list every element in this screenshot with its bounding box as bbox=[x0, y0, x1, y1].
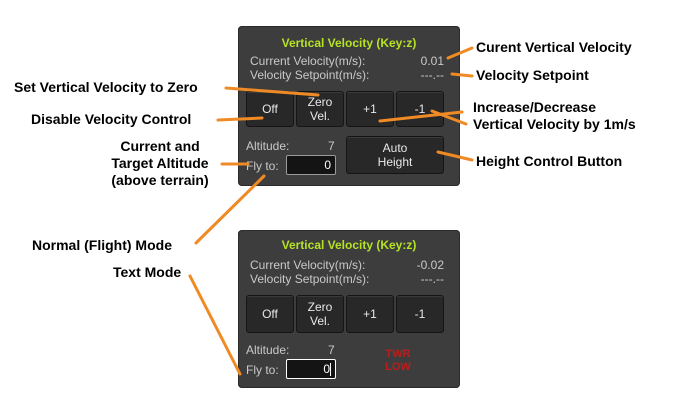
callout-text-mode: Text Mode bbox=[113, 264, 182, 280]
callout-line-disable-control bbox=[216, 116, 264, 122]
callout-line-velocity-setpoint bbox=[450, 72, 474, 78]
callout-increase-decrease-line2: Vertical Velocity by 1m/s bbox=[473, 116, 636, 132]
callout-line-height-control bbox=[436, 150, 474, 162]
callout-increase-decrease-line1: Increase/Decrease bbox=[473, 99, 596, 115]
callout-line-set-zero bbox=[224, 86, 320, 97]
callout-altitude-line1: Current and bbox=[120, 138, 200, 154]
callout-lines bbox=[188, 46, 474, 376]
callout-line-current-velocity bbox=[446, 46, 474, 60]
callout-line-text-mode bbox=[188, 274, 242, 376]
callout-altitude: Current and Target Altitude (above terra… bbox=[100, 138, 220, 189]
callout-increase-decrease: Increase/Decrease Vertical Velocity by 1… bbox=[473, 99, 636, 133]
callout-height-control: Height Control Button bbox=[476, 153, 623, 169]
callout-normal-mode: Normal (Flight) Mode bbox=[32, 237, 172, 253]
callout-disable-control: Disable Velocity Control bbox=[31, 111, 192, 127]
callout-set-zero: Set Vertical Velocity to Zero bbox=[14, 79, 198, 95]
callout-altitude-line3: (above terrain) bbox=[111, 172, 209, 188]
callout-velocity-setpoint: Velocity Setpoint bbox=[476, 67, 589, 83]
callout-altitude-line2: Target Altitude bbox=[111, 155, 209, 171]
callout-current-vertical-velocity: Curent Vertical Velocity bbox=[476, 39, 632, 55]
